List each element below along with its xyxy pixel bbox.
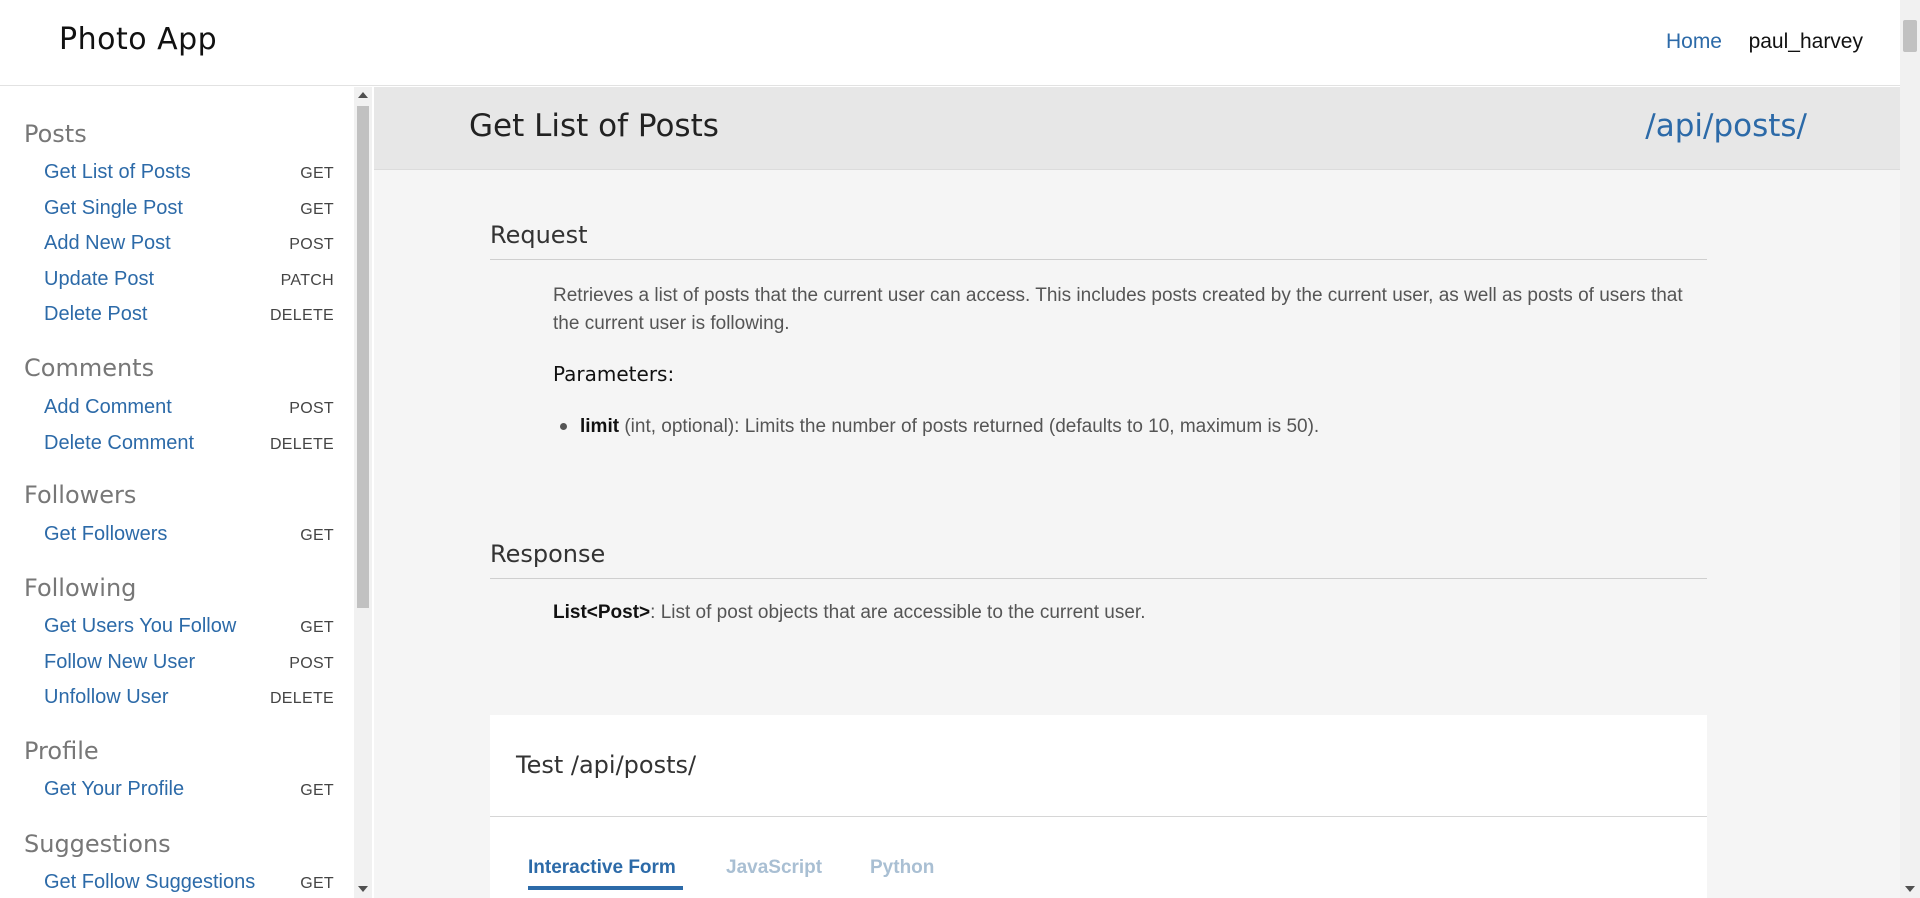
scroll-up-icon[interactable] (358, 92, 368, 98)
bullet-icon (560, 423, 567, 430)
param-desc: (int, optional): Limits the number of po… (619, 416, 1320, 437)
sidebar-item-label: Add New Post (44, 232, 171, 254)
method-badge: PATCH (280, 272, 334, 289)
window-scroll-thumb[interactable] (1903, 20, 1917, 52)
method-badge: POST (289, 400, 334, 417)
request-description: Retrieves a list of posts that the curre… (553, 285, 1683, 334)
sidebar-section-profile: Profile (24, 737, 99, 765)
sidebar-item-add-comment[interactable]: Add Comment POST (44, 394, 334, 424)
method-badge: POST (289, 236, 334, 253)
sidebar-item-label: Get Follow Suggestions (44, 871, 256, 893)
sidebar-item-get-users-you-follow[interactable]: Get Users You Follow GET (44, 613, 334, 643)
response-heading: Response (490, 540, 1707, 579)
sidebar-item-update-post[interactable]: Update Post PATCH (44, 266, 334, 296)
sidebar-item-label: Get Followers (44, 523, 168, 545)
sidebar-item-label: Unfollow User (44, 686, 169, 708)
method-badge: DELETE (269, 690, 334, 707)
response-desc: : List of post objects that are accessib… (650, 602, 1146, 623)
sidebar-item-get-your-profile[interactable]: Get Your Profile GET (44, 776, 334, 806)
method-badge: POST (289, 655, 334, 672)
nav-home-link[interactable]: Home (1666, 30, 1722, 54)
response-type: List<Post> (553, 602, 651, 623)
sidebar-item-get-list-of-posts[interactable]: Get List of Posts GET (44, 159, 334, 189)
tab-interactive-form[interactable]: Interactive Form (528, 857, 676, 879)
test-title: Test /api/posts/ (516, 751, 697, 779)
sidebar-item-get-follow-suggestions[interactable]: Get Follow Suggestions GET (44, 869, 334, 898)
username-label: paul_harvey (1748, 30, 1863, 53)
method-badge: GET (300, 527, 334, 544)
sidebar-section-suggestions: Suggestions (24, 830, 171, 858)
endpoint-detail: Get List of Posts /api/posts/ Request Re… (374, 87, 1900, 898)
sidebar-item-get-single-post[interactable]: Get Single Post GET (44, 195, 334, 225)
sidebar-item-follow-new-user[interactable]: Follow New User POST (44, 649, 334, 679)
method-badge: DELETE (269, 436, 334, 453)
sidebar-section-following: Following (24, 574, 137, 602)
endpoint-title: Get List of Posts (469, 108, 719, 144)
sidebar-section-posts: Posts (24, 120, 87, 148)
sidebar-item-label: Get Your Profile (44, 778, 185, 800)
scroll-down-icon[interactable] (1905, 886, 1915, 892)
sidebar-item-unfollow-user[interactable]: Unfollow User DELETE (44, 684, 334, 714)
param-name: limit (580, 416, 620, 437)
method-badge: GET (300, 201, 334, 218)
endpoint-path: /api/posts/ (1645, 108, 1807, 144)
tab-javascript[interactable]: JavaScript (726, 857, 822, 879)
app-brand[interactable]: Photo App (59, 22, 217, 57)
sidebar-item-label: Update Post (44, 268, 155, 290)
sidebar-item-delete-comment[interactable]: Delete Comment DELETE (44, 430, 334, 460)
api-sidebar: Posts Get List of Posts GET Get Single P… (0, 87, 354, 898)
divider (490, 816, 1707, 817)
request-heading: Request (490, 221, 1707, 260)
sidebar-item-add-new-post[interactable]: Add New Post POST (44, 230, 334, 260)
parameters-heading: Parameters: (553, 362, 675, 386)
sidebar-item-label: Get List of Posts (44, 161, 191, 183)
scroll-down-icon[interactable] (358, 886, 368, 892)
sidebar-item-label: Delete Post (44, 303, 148, 325)
sidebar-item-delete-post[interactable]: Delete Post DELETE (44, 301, 334, 331)
sidebar-item-label: Get Single Post (44, 197, 183, 219)
top-navbar: Photo App Home paul_harvey (0, 0, 1900, 86)
sidebar-item-label: Add Comment (44, 396, 172, 418)
sidebar-section-comments: Comments (24, 354, 155, 382)
sidebar-section-followers: Followers (24, 481, 137, 509)
endpoint-header: Get List of Posts /api/posts/ (374, 87, 1900, 170)
method-badge: DELETE (269, 307, 334, 324)
method-badge: GET (300, 165, 334, 182)
sidebar-item-label: Follow New User (44, 651, 196, 673)
sidebar-scrollbar[interactable] (354, 87, 372, 898)
param-item-limit: limit (int, optional): Limits the number… (560, 416, 1320, 438)
active-tab-indicator (528, 886, 683, 890)
method-badge: GET (300, 619, 334, 636)
sidebar-item-get-followers[interactable]: Get Followers GET (44, 521, 334, 551)
window-scrollbar[interactable] (1900, 0, 1920, 898)
method-badge: GET (300, 875, 334, 892)
method-badge: GET (300, 782, 334, 799)
tab-python[interactable]: Python (870, 857, 934, 879)
sidebar-item-label: Get Users You Follow (44, 615, 237, 637)
response-description: List<Post>: List of post objects that ar… (553, 602, 1145, 624)
sidebar-item-label: Delete Comment (44, 432, 195, 454)
test-panel: Test /api/posts/ Interactive Form JavaSc… (490, 715, 1707, 898)
sidebar-scroll-thumb[interactable] (357, 106, 369, 608)
